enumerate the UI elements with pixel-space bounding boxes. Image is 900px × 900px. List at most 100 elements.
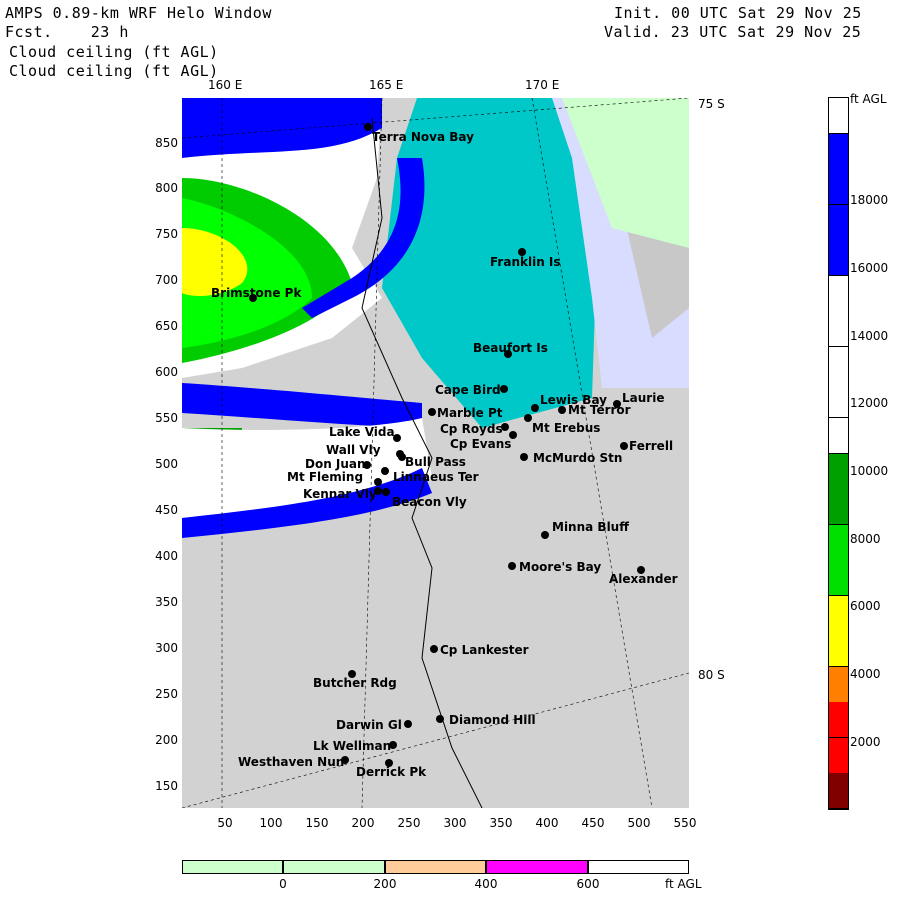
colorbar-swatch [829, 773, 848, 810]
valid-time: Valid. 23 UTC Sat 29 Nov 25 [604, 23, 862, 41]
place-label: Terra Nova Bay [372, 130, 474, 144]
x-tick-label: 200 [351, 816, 375, 830]
y-tick-label: 850 [155, 136, 178, 150]
terrain-colorbar-swatch [283, 860, 385, 874]
lat-label-80s: 80 S [698, 668, 725, 682]
field-name-1: Cloud ceiling (ft AGL) [9, 43, 219, 61]
x-tick-label: 400 [535, 816, 559, 830]
place-label: Minna Bluff [552, 520, 629, 534]
y-tick-label: 350 [155, 595, 178, 609]
place-label: Kennar Vly [303, 487, 377, 501]
lon-label-165: 165 E [369, 78, 404, 92]
place-label: Mt Erebus [532, 421, 601, 435]
x-tick-label: 550 [673, 816, 697, 830]
place-label: Ferrell [629, 439, 674, 453]
place-label: Mt Fleming [287, 470, 364, 484]
colorbar-swatch [829, 737, 848, 774]
colorbar-label: 16000 [850, 261, 889, 275]
place-label: Cp Royds [440, 422, 503, 436]
colorbar-swatch [829, 631, 848, 668]
colorbar-swatch [829, 98, 848, 135]
place-marker[interactable] [620, 442, 628, 450]
place-label: Mt Terror [568, 403, 631, 417]
lat-label-75s: 75 S [698, 97, 725, 111]
y-tick-label: 800 [155, 181, 178, 195]
colorbar-label: 14000 [850, 329, 889, 343]
x-tick-label: 500 [627, 816, 651, 830]
y-tick-label: 550 [155, 411, 178, 425]
place-label: Marble Pt [437, 406, 503, 420]
x-tick-label: 250 [397, 816, 421, 830]
colorbar-swatch [829, 595, 848, 632]
place-marker[interactable] [436, 715, 444, 723]
place-label: Diamond Hill [449, 713, 536, 727]
colorbar-swatch [829, 275, 848, 312]
place-marker[interactable] [381, 467, 389, 475]
y-tick-label: 600 [155, 365, 178, 379]
place-label: Bull Pass [405, 455, 466, 469]
place-label: Alexander [609, 572, 678, 586]
place-marker[interactable] [558, 406, 566, 414]
x-tick-label: 350 [489, 816, 513, 830]
place-label: Wall Vly [326, 443, 381, 457]
y-tick-label: 250 [155, 687, 178, 701]
y-tick-label: 150 [155, 779, 178, 793]
place-label: Lk Wellman [313, 739, 392, 753]
terrain-colorbar-swatch [182, 860, 283, 874]
y-tick-label: 750 [155, 227, 178, 241]
colorbar-swatch [829, 666, 848, 703]
place-marker[interactable] [364, 123, 372, 131]
terrain-colorbar-label: 400 [474, 877, 498, 891]
colorbar-swatch [829, 169, 848, 206]
place-label: Derrick Pk [356, 765, 427, 779]
place-marker[interactable] [382, 488, 390, 496]
place-label: Brimstone Pk [211, 286, 302, 300]
colorbar-label: 18000 [850, 193, 889, 207]
init-time: Init. 00 UTC Sat 29 Nov 25 [614, 4, 862, 22]
x-tick-label: 150 [305, 816, 329, 830]
terrain-colorbar-swatch [588, 860, 689, 874]
place-marker[interactable] [524, 414, 532, 422]
colorbar-label: 6000 [850, 599, 881, 613]
place-marker[interactable] [500, 385, 508, 393]
place-label: McMurdo Stn [533, 451, 623, 465]
terrain-colorbar-swatch [385, 860, 486, 874]
colorbar-swatch [829, 453, 848, 490]
colorbar-swatch [829, 240, 848, 277]
place-marker[interactable] [508, 562, 516, 570]
colorbar-swatch [829, 560, 848, 597]
place-marker[interactable] [428, 408, 436, 416]
colorbar-swatch [829, 346, 848, 383]
y-tick-label: 300 [155, 641, 178, 655]
colorbar-swatch [829, 311, 848, 348]
y-tick-label: 500 [155, 457, 178, 471]
lon-label-160: 160 E [208, 78, 243, 92]
colorbar-label: 8000 [850, 532, 881, 546]
place-label: Don Juan [305, 457, 366, 471]
ceiling-colorbar-unit: ft AGL [850, 92, 887, 106]
place-marker[interactable] [541, 531, 549, 539]
y-tick-label: 450 [155, 503, 178, 517]
place-label: Cape Bird [435, 383, 501, 397]
field-name-2: Cloud ceiling (ft AGL) [9, 62, 219, 80]
x-tick-label: 100 [259, 816, 283, 830]
ceiling-colorbar [828, 97, 849, 810]
colorbar-label: 10000 [850, 464, 889, 478]
colorbar-swatch [829, 382, 848, 419]
colorbar-swatch [829, 702, 848, 739]
colorbar-label: 4000 [850, 667, 881, 681]
y-tick-label: 650 [155, 319, 178, 333]
x-tick-label: 300 [443, 816, 467, 830]
lon-label-170: 170 E [525, 78, 560, 92]
terrain-colorbar-swatch [486, 860, 588, 874]
place-marker[interactable] [520, 453, 528, 461]
y-tick-label: 400 [155, 549, 178, 563]
place-marker[interactable] [374, 478, 382, 486]
place-marker[interactable] [404, 720, 412, 728]
place-marker[interactable] [531, 404, 539, 412]
place-marker[interactable] [430, 645, 438, 653]
place-label: Moore's Bay [519, 560, 602, 574]
terrain-colorbar-unit: ft AGL [665, 877, 702, 891]
place-label: Cp Lankester [440, 643, 529, 657]
x-tick-label: 50 [217, 816, 233, 830]
